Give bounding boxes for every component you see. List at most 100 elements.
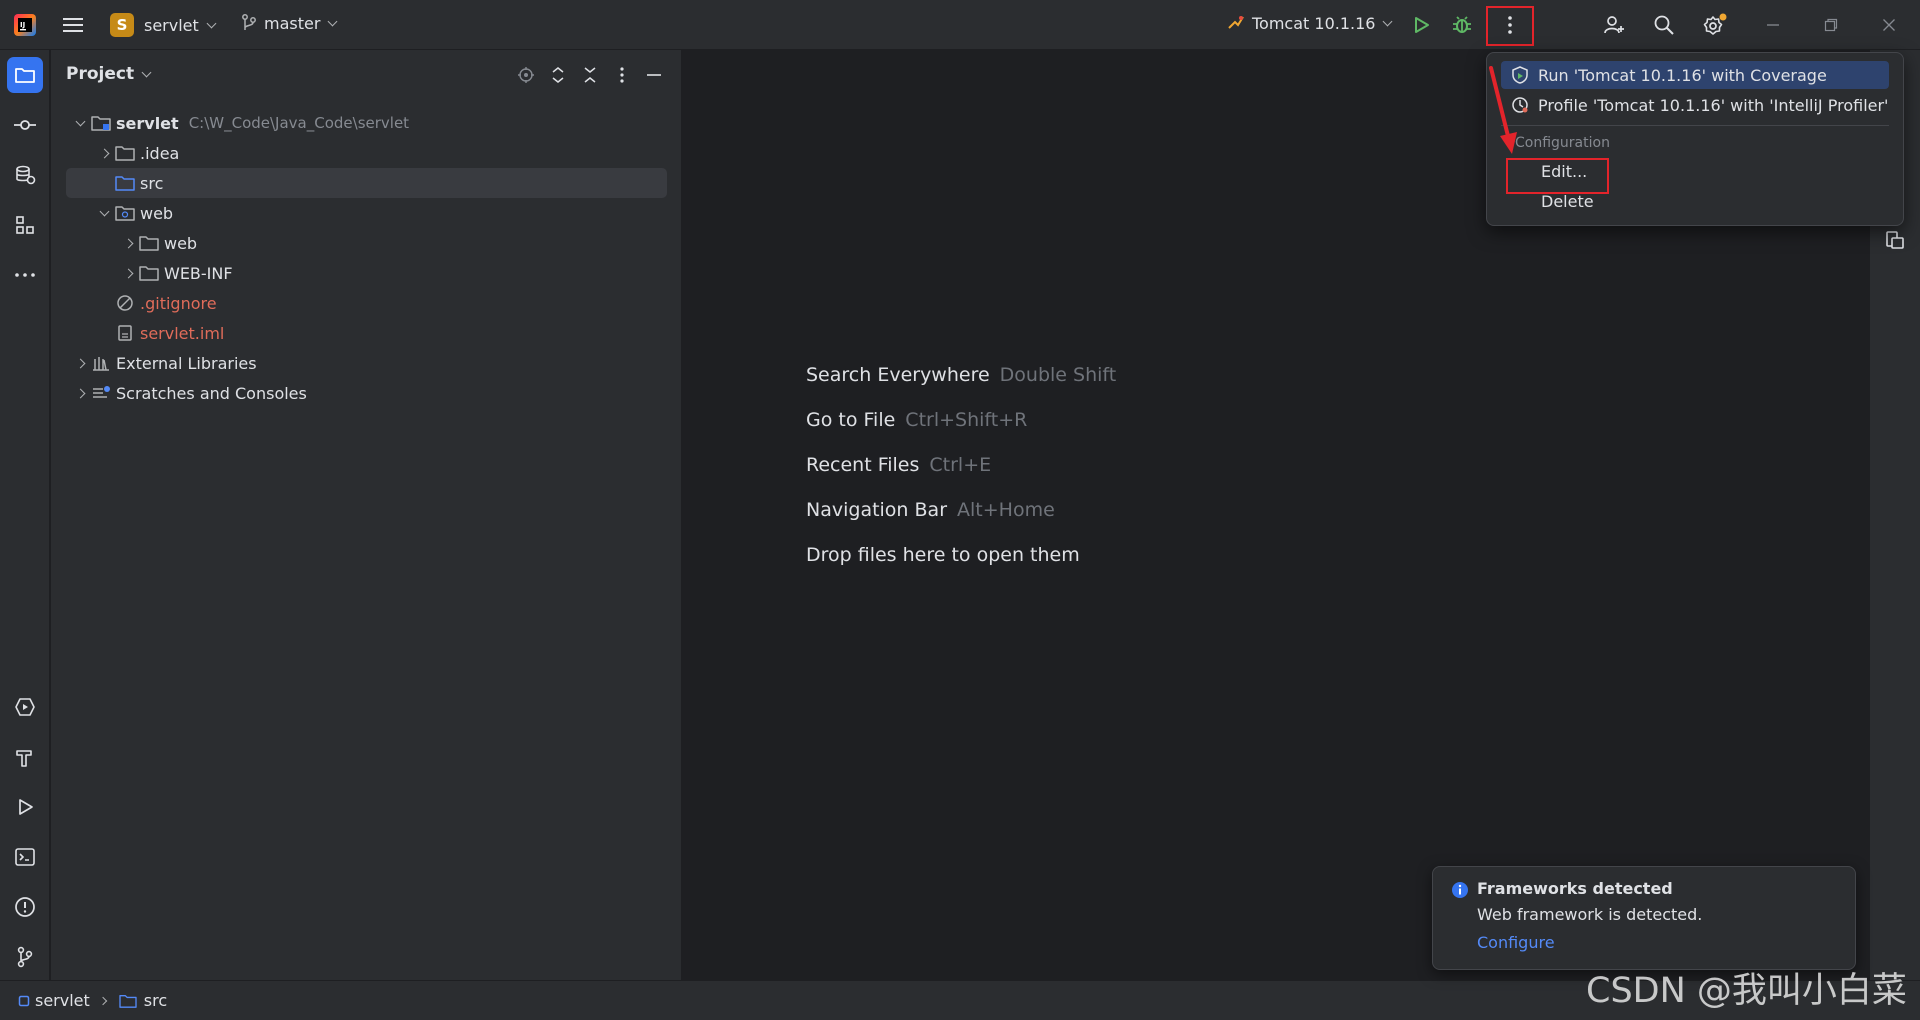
tree-node-external-libraries[interactable]: External Libraries <box>66 348 667 378</box>
project-selector[interactable]: S servlet <box>110 13 217 37</box>
scratches-icon <box>90 383 112 403</box>
tree-node-servlet-iml[interactable]: servlet.iml <box>66 318 667 348</box>
database-tool-button[interactable] <box>1877 222 1913 258</box>
expand-all-button[interactable] <box>547 64 569 86</box>
code-with-me-button[interactable] <box>1601 12 1627 38</box>
expand-arrow-icon[interactable] <box>94 143 114 163</box>
left-tool-window-strip <box>0 50 50 980</box>
more-tools-button[interactable] <box>7 257 43 293</box>
chevron-down-icon <box>141 67 152 77</box>
notification-title: Frameworks detected <box>1477 879 1673 898</box>
menu-item-label: Run 'Tomcat 10.1.16' with Coverage <box>1538 65 1827 85</box>
breadcrumb: servlet src <box>18 991 167 1010</box>
commit-tool-button[interactable] <box>7 107 43 143</box>
folder-icon <box>138 233 160 253</box>
branch-selector[interactable]: master <box>240 13 338 33</box>
chevron-down-icon <box>206 18 217 28</box>
tree-node-label: .gitignore <box>140 293 217 313</box>
more-horizontal-icon <box>15 273 35 277</box>
info-icon <box>1452 882 1468 898</box>
tree-node-label: web <box>164 233 198 253</box>
tree-node-web-inf[interactable]: WEB-INF <box>66 258 667 288</box>
locate-icon <box>518 67 534 83</box>
debug-button[interactable] <box>1449 12 1475 38</box>
notification-configure-link[interactable]: Configure <box>1477 933 1555 952</box>
restore-icon <box>1824 18 1838 32</box>
menu-item-profile[interactable]: Profile 'Tomcat 10.1.16' with 'IntelliJ … <box>1501 91 1889 119</box>
tree-node-label: External Libraries <box>116 353 257 373</box>
search-icon <box>1654 15 1674 35</box>
build-tool-button[interactable] <box>7 739 43 775</box>
chevron-right-icon <box>98 996 108 1005</box>
run-icon <box>1415 17 1429 33</box>
terminal-tool-button[interactable] <box>7 839 43 875</box>
bug-icon <box>1453 16 1471 33</box>
hide-panel-button[interactable] <box>643 64 665 86</box>
project-tool-button[interactable] <box>7 57 43 93</box>
search-everywhere-button[interactable] <box>1651 12 1677 38</box>
project-name: servlet <box>144 15 199 35</box>
tree-node-src[interactable]: src <box>66 168 667 198</box>
project-options-button[interactable] <box>611 64 633 86</box>
expand-arrow-icon[interactable] <box>70 113 90 133</box>
breadcrumb-item-src[interactable]: src <box>144 991 167 1010</box>
tree-node-scratches[interactable]: Scratches and Consoles <box>66 378 667 408</box>
tree-node-label: WEB-INF <box>164 263 233 283</box>
hint-go-to-file: Go to File Ctrl+Shift+R <box>806 409 1027 431</box>
expand-arrow-icon[interactable] <box>118 263 138 283</box>
folder-icon <box>15 68 35 83</box>
tree-node-label: src <box>140 173 164 193</box>
web-folder-icon <box>114 203 136 223</box>
restore-window-button[interactable] <box>1818 12 1844 38</box>
expand-arrow-icon[interactable] <box>70 383 90 403</box>
problems-tool-button[interactable] <box>7 889 43 925</box>
project-badge: S <box>110 13 134 37</box>
terminal-icon <box>15 848 35 866</box>
tree-node-web[interactable]: web <box>66 198 667 228</box>
chevron-down-icon <box>327 16 338 26</box>
minimize-window-button[interactable] <box>1760 12 1786 38</box>
tree-node-gitignore[interactable]: .gitignore <box>66 288 667 318</box>
pull-requests-tool-button[interactable] <box>7 157 43 193</box>
tree-node-label: .idea <box>140 143 180 163</box>
settings-button[interactable] <box>1701 12 1729 38</box>
hint-drop-files: Drop files here to open them <box>806 544 1080 566</box>
structure-icon <box>16 216 34 234</box>
menu-section-label: Configuration <box>1515 135 1610 151</box>
tree-node-idea[interactable]: .idea <box>66 138 667 168</box>
tree-node-web-sub[interactable]: web <box>66 228 667 258</box>
folder-icon <box>138 263 160 283</box>
select-opened-file-button[interactable] <box>515 64 537 86</box>
expand-arrow-icon[interactable] <box>94 203 114 223</box>
more-actions-popup: Run 'Tomcat 10.1.16' with Coverage Profi… <box>1486 52 1904 226</box>
expand-arrow-icon[interactable] <box>70 353 90 373</box>
gear-icon <box>1703 13 1727 35</box>
run-button[interactable] <box>1408 12 1434 38</box>
structure-tool-button[interactable] <box>7 207 43 243</box>
git-tool-button[interactable] <box>7 939 43 975</box>
expand-arrow-icon[interactable] <box>118 233 138 253</box>
tree-node-path: C:\W_Code\Java_Code\servlet <box>188 114 410 132</box>
close-window-button[interactable] <box>1876 12 1902 38</box>
source-folder-icon <box>119 994 137 1008</box>
tree-node-label: Scratches and Consoles <box>116 383 307 403</box>
hint-action: Recent Files <box>806 454 920 476</box>
run-tool-button[interactable] <box>7 789 43 825</box>
hint-shortcut: Ctrl+Shift+R <box>905 409 1028 431</box>
services-tool-button[interactable] <box>7 689 43 725</box>
svg-text:IJ: IJ <box>20 21 25 29</box>
hammer-icon <box>16 750 32 767</box>
run-config-selector[interactable]: Tomcat 10.1.16 <box>1226 13 1393 33</box>
tree-node-servlet-root[interactable]: servlet C:\W_Code\Java_Code\servlet <box>66 108 667 138</box>
main-menu-icon[interactable] <box>60 13 86 37</box>
run-config-name: Tomcat 10.1.16 <box>1252 13 1376 33</box>
menu-item-label: Profile 'Tomcat 10.1.16' with 'IntelliJ … <box>1538 95 1889 115</box>
iml-file-icon <box>114 323 136 343</box>
collapse-all-button[interactable] <box>579 64 601 86</box>
breadcrumb-item-servlet[interactable]: servlet <box>35 991 90 1010</box>
menu-item-run-with-coverage[interactable]: Run 'Tomcat 10.1.16' with Coverage <box>1501 61 1889 89</box>
warning-circle-icon <box>15 897 35 917</box>
hint-shortcut: Alt+Home <box>957 499 1055 521</box>
database-icon <box>16 165 36 185</box>
project-view-selector[interactable]: Project <box>66 64 152 84</box>
